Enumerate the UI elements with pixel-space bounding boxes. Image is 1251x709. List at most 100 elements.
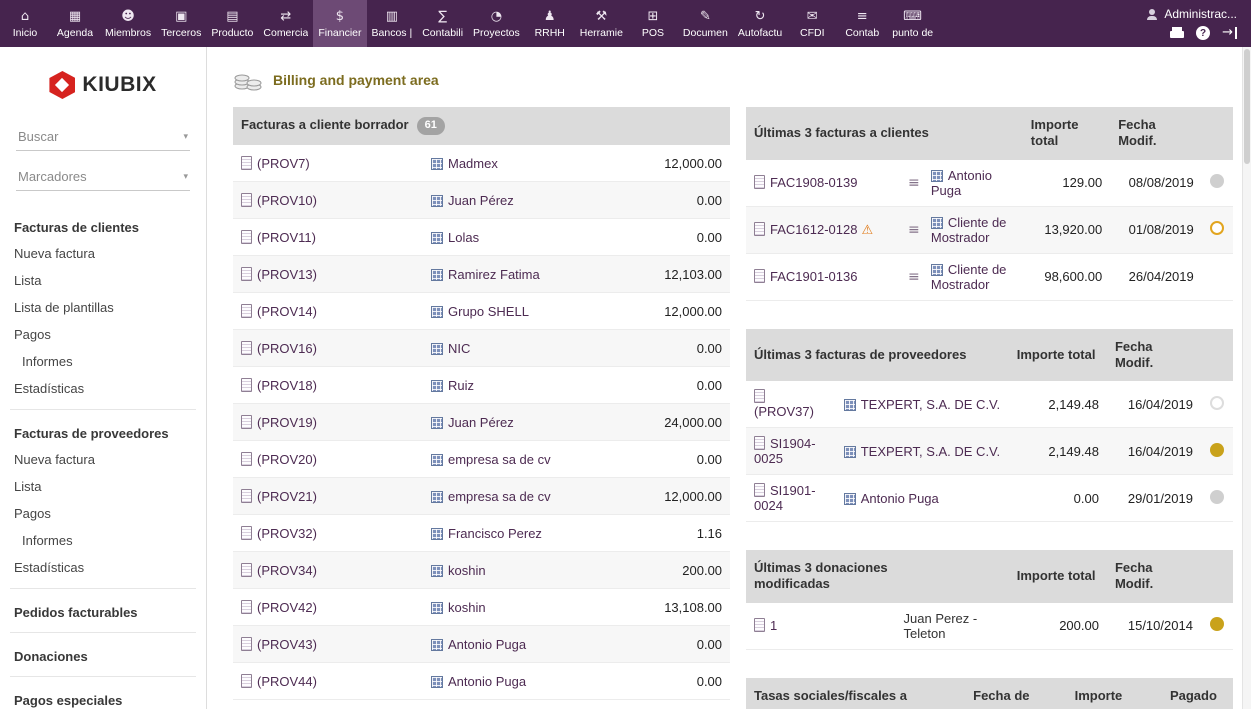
company-icon[interactable]	[931, 264, 943, 276]
draft-ref-link[interactable]: (PROV32)	[257, 526, 317, 541]
draft-ref-link[interactable]: (PROV19)	[257, 415, 317, 430]
draft-client-link[interactable]: empresa sa de cv	[448, 489, 551, 504]
sidebar-section-facturas-clientes[interactable]: Facturas de clientes	[0, 211, 206, 240]
draft-ref-link[interactable]: (PROV20)	[257, 452, 317, 467]
invoice-doc-icon[interactable]	[241, 674, 252, 688]
invoice-ref-link[interactable]: FAC1901-0136	[770, 269, 857, 284]
sidebar-item-nueva-factura[interactable]: Nueva factura	[0, 240, 206, 267]
company-icon[interactable]	[431, 491, 443, 503]
nav-item-punto-de-venta[interactable]: ⌨ punto de	[887, 0, 938, 47]
company-icon[interactable]	[431, 306, 443, 318]
company-icon[interactable]	[431, 676, 443, 688]
sidebar-item-pagos[interactable]: Pagos	[0, 321, 206, 348]
donation-doc-icon[interactable]	[754, 618, 765, 632]
draft-client-link[interactable]: Madmex	[448, 156, 498, 171]
invoice-doc-icon[interactable]	[754, 483, 765, 497]
draft-client-link[interactable]: empresa sa de cv	[448, 452, 551, 467]
kiubix-logo[interactable]: KIUBIX	[0, 47, 206, 117]
invoice-doc-icon[interactable]	[754, 175, 765, 189]
help-icon[interactable]: ?	[1196, 26, 1210, 40]
sidebar-item-estadisticas[interactable]: Estadísticas	[0, 375, 206, 402]
company-icon[interactable]	[431, 454, 443, 466]
supplier-link[interactable]: TEXPERT, S.A. DE C.V.	[861, 397, 1000, 412]
nav-item-comercial[interactable]: ⇄ Comercia	[258, 0, 313, 47]
company-icon[interactable]	[931, 170, 943, 182]
nav-item-contab[interactable]: ≡ Contab	[837, 0, 887, 47]
invoice-ref-link[interactable]: FAC1612-0128	[770, 222, 857, 237]
invoice-doc-icon[interactable]	[754, 222, 765, 236]
sidebar-item-estadisticas-prov[interactable]: Estadísticas	[0, 554, 206, 581]
sidebar-item-lista-plantillas[interactable]: Lista de plantillas	[0, 294, 206, 321]
supplier-link[interactable]: TEXPERT, S.A. DE C.V.	[861, 444, 1000, 459]
scrollbar-thumb[interactable]	[1244, 49, 1250, 164]
draft-client-link[interactable]: Ramirez Fatima	[448, 267, 540, 282]
invoice-doc-icon[interactable]	[241, 304, 252, 318]
invoice-doc-icon[interactable]	[241, 415, 252, 429]
sidebar-item-informes[interactable]: Informes	[0, 348, 206, 375]
list-icon[interactable]: ≡	[908, 175, 920, 191]
nav-item-pos[interactable]: ⊞ POS	[628, 0, 678, 47]
draft-ref-link[interactable]: (PROV34)	[257, 563, 317, 578]
company-icon[interactable]	[431, 232, 443, 244]
sidebar-section-donaciones[interactable]: Donaciones	[0, 640, 206, 669]
donation-ref-link[interactable]: 1	[770, 618, 777, 633]
company-icon[interactable]	[431, 639, 443, 651]
sidebar-item-informes-prov[interactable]: Informes	[0, 527, 206, 554]
draft-client-link[interactable]: Juan Pérez	[448, 415, 514, 430]
draft-client-link[interactable]: Francisco Perez	[448, 526, 542, 541]
invoice-doc-icon[interactable]	[241, 489, 252, 503]
nav-item-productos[interactable]: ▤ Producto	[206, 0, 258, 47]
company-icon[interactable]	[431, 158, 443, 170]
nav-item-rrhh[interactable]: ♟ RRHH	[525, 0, 575, 47]
company-icon[interactable]	[431, 602, 443, 614]
invoice-doc-icon[interactable]	[241, 193, 252, 207]
invoice-doc-icon[interactable]	[754, 436, 765, 450]
sidebar-item-pagos-prov[interactable]: Pagos	[0, 500, 206, 527]
sidebar-item-lista-prov[interactable]: Lista	[0, 473, 206, 500]
nav-item-agenda[interactable]: ▦ Agenda	[50, 0, 100, 47]
sidebar-section-pagos-especiales[interactable]: Pagos especiales	[0, 684, 206, 709]
draft-client-link[interactable]: Antonio Puga	[448, 637, 526, 652]
invoice-ref-link[interactable]: (PROV37)	[754, 404, 814, 419]
sidebar-section-facturas-proveedores[interactable]: Facturas de proveedores	[0, 417, 206, 446]
draft-ref-link[interactable]: (PROV43)	[257, 637, 317, 652]
nav-item-financiera-active[interactable]: $ Financier	[313, 0, 366, 47]
draft-client-link[interactable]: koshin	[448, 563, 486, 578]
nav-item-contabilidad[interactable]: ∑ Contabili	[417, 0, 468, 47]
vertical-scrollbar[interactable]	[1242, 47, 1251, 709]
draft-ref-link[interactable]: (PROV14)	[257, 304, 317, 319]
nav-item-cfdi[interactable]: ✉ CFDI	[787, 0, 837, 47]
search-select[interactable]: Buscar ▾	[16, 123, 190, 151]
nav-item-miembros[interactable]: ☻ Miembros	[100, 0, 156, 47]
nav-item-proyectos[interactable]: ◔ Proyectos	[468, 0, 525, 47]
draft-ref-link[interactable]: (PROV16)	[257, 341, 317, 356]
invoice-doc-icon[interactable]	[241, 600, 252, 614]
invoice-doc-icon[interactable]	[241, 230, 252, 244]
company-icon[interactable]	[431, 528, 443, 540]
logout-icon[interactable]: →	[1222, 27, 1237, 39]
sidebar-section-pedidos-facturables[interactable]: Pedidos facturables	[0, 596, 206, 625]
draft-client-link[interactable]: Lolas	[448, 230, 479, 245]
draft-client-link[interactable]: Grupo SHELL	[448, 304, 529, 319]
draft-client-link[interactable]: koshin	[448, 600, 486, 615]
nav-item-herramientas[interactable]: ⚒ Herramie	[575, 0, 628, 47]
company-icon[interactable]	[431, 565, 443, 577]
invoice-doc-icon[interactable]	[241, 526, 252, 540]
sidebar-item-lista[interactable]: Lista	[0, 267, 206, 294]
draft-client-link[interactable]: Ruiz	[448, 378, 474, 393]
supplier-link[interactable]: Antonio Puga	[861, 491, 939, 506]
draft-client-link[interactable]: Antonio Puga	[448, 674, 526, 689]
draft-ref-link[interactable]: (PROV10)	[257, 193, 317, 208]
company-icon[interactable]	[431, 343, 443, 355]
invoice-doc-icon[interactable]	[241, 341, 252, 355]
nav-item-inicio[interactable]: ⌂ Inicio	[0, 0, 50, 47]
invoice-doc-icon[interactable]	[241, 452, 252, 466]
company-icon[interactable]	[844, 399, 856, 411]
draft-ref-link[interactable]: (PROV11)	[257, 230, 316, 245]
draft-ref-link[interactable]: (PROV42)	[257, 600, 317, 615]
company-icon[interactable]	[844, 446, 856, 458]
draft-ref-link[interactable]: (PROV7)	[257, 156, 310, 171]
company-icon[interactable]	[431, 380, 443, 392]
invoice-ref-link[interactable]: FAC1908-0139	[770, 175, 857, 190]
draft-client-link[interactable]: NIC	[448, 341, 470, 356]
